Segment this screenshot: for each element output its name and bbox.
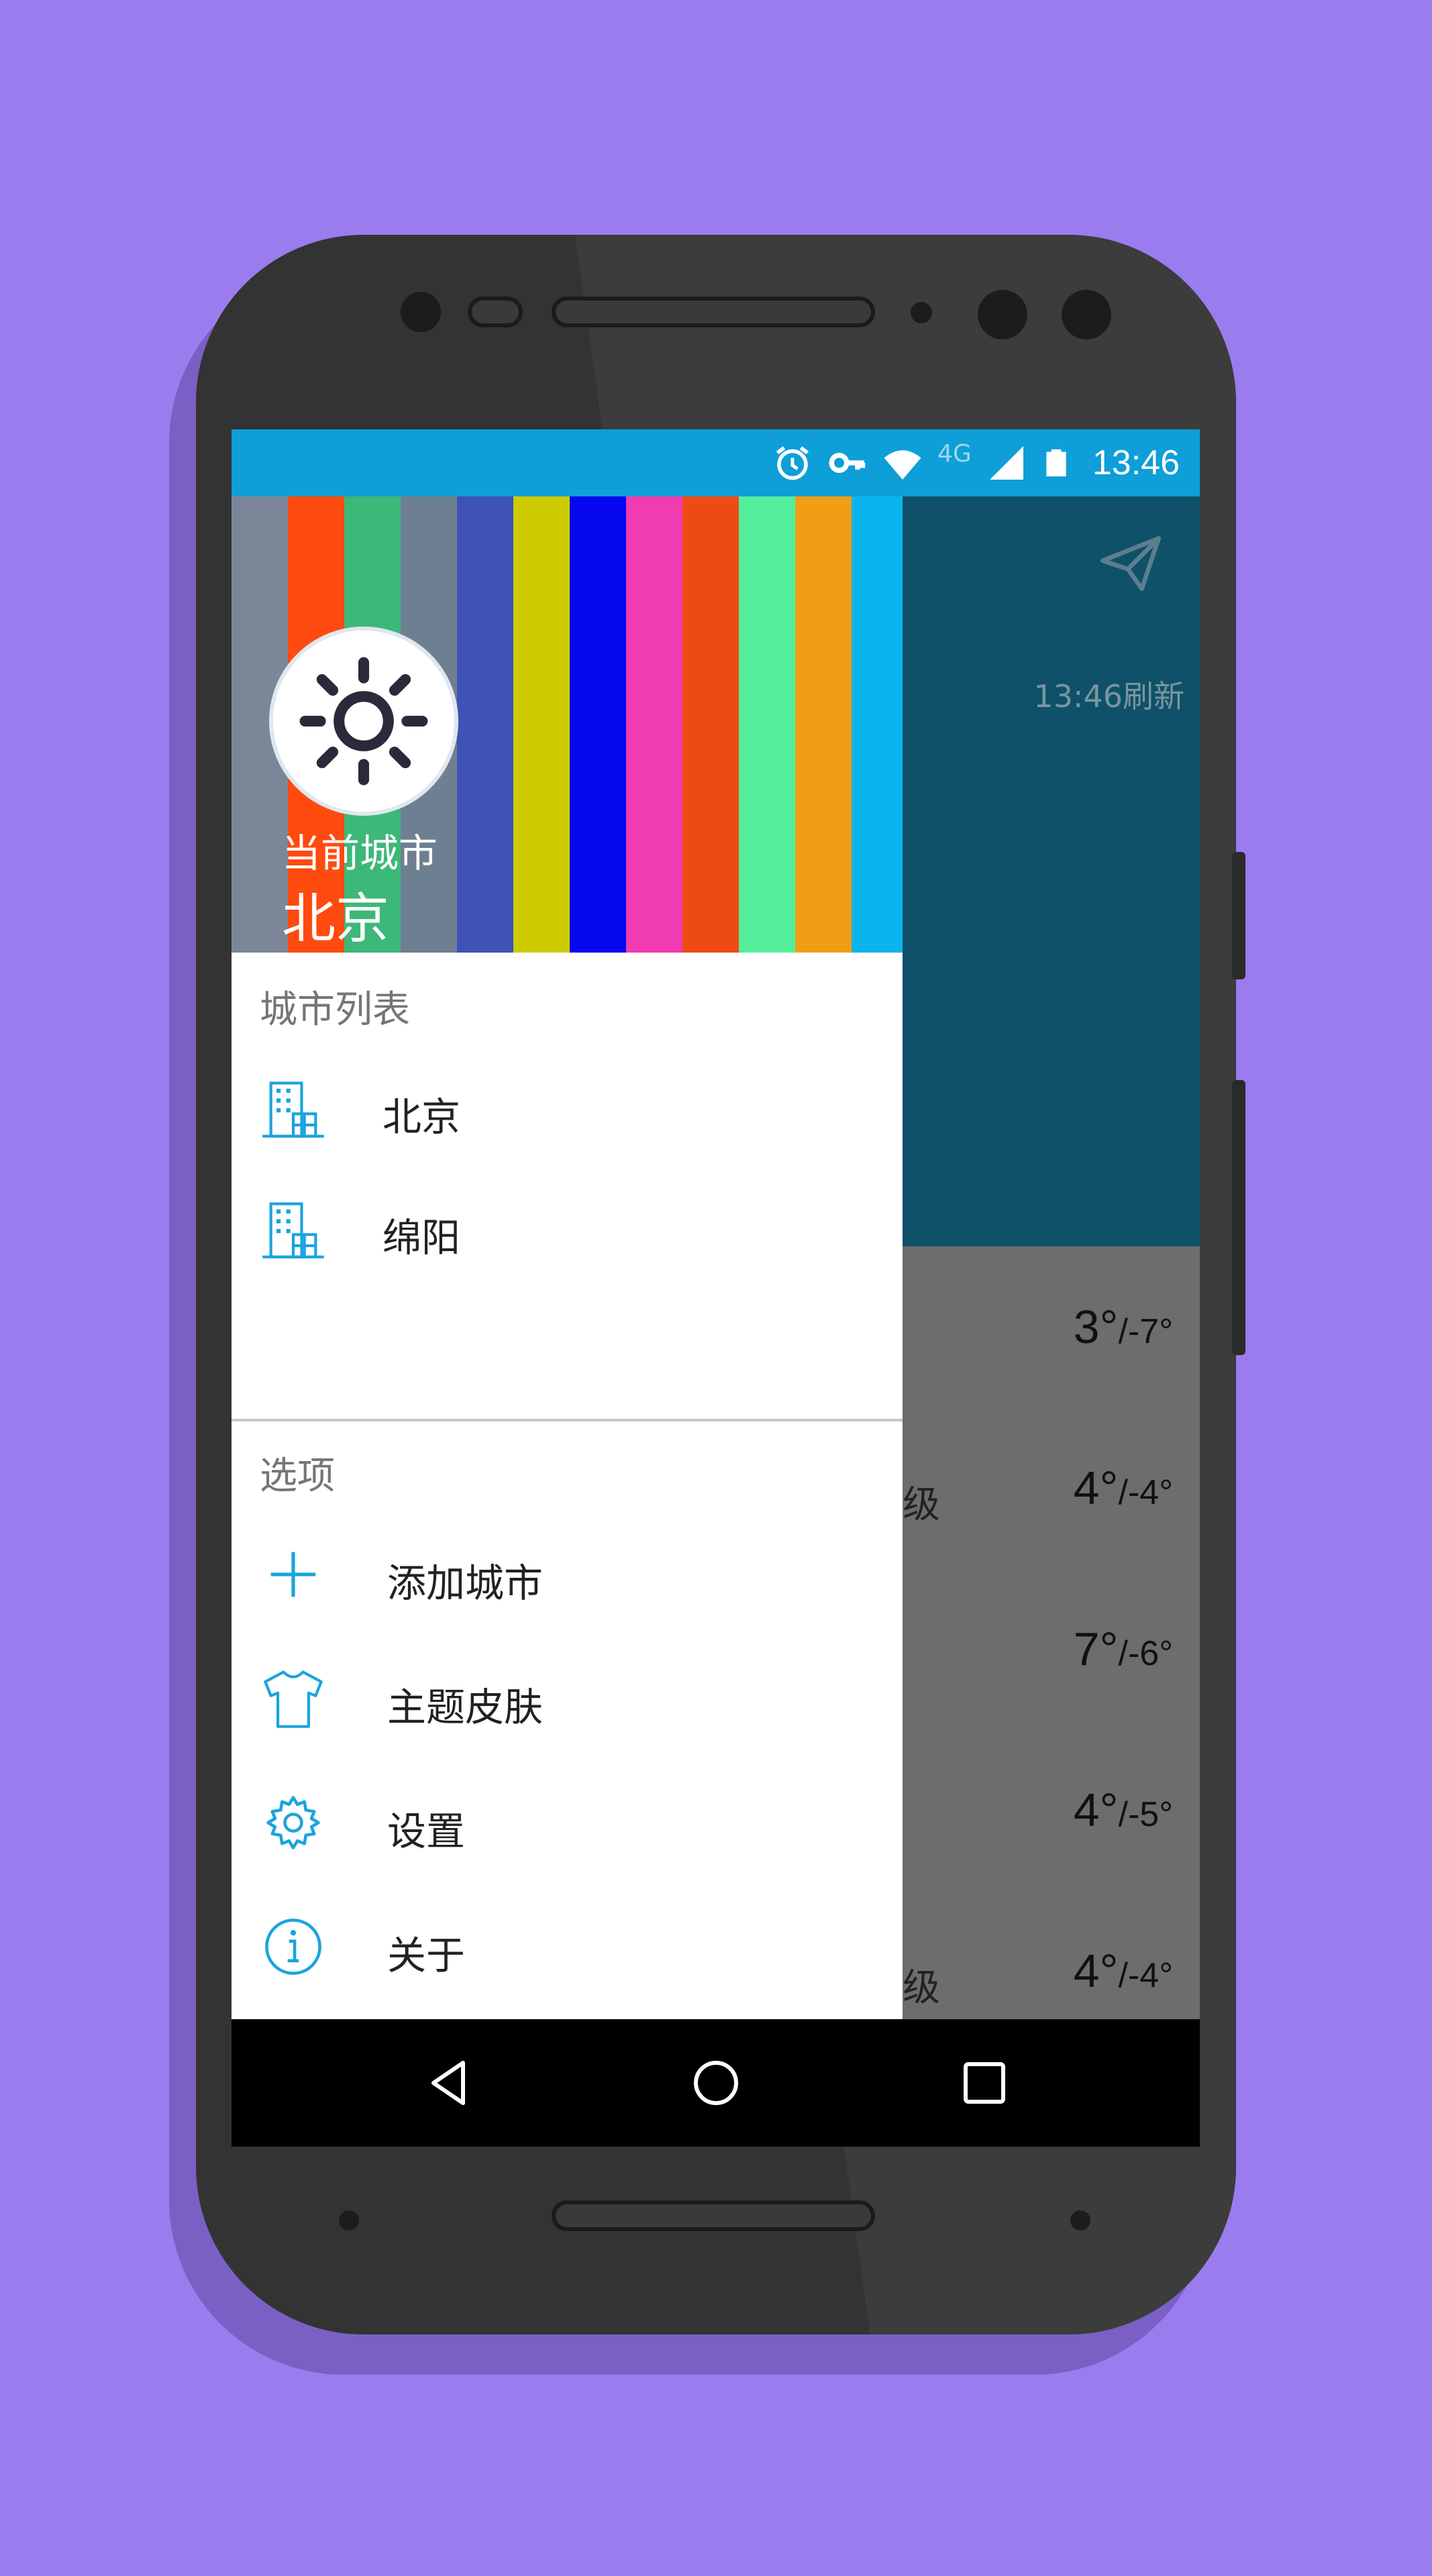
earpiece-speaker [552, 297, 875, 327]
temp-high: 7° [1073, 1623, 1119, 1675]
banner-stripe [682, 496, 739, 953]
network-type-label: 4G [937, 439, 972, 468]
city-item-beijing[interactable]: 北京 [232, 1053, 903, 1161]
forecast-temp: 7°/-6° [1074, 1622, 1173, 1676]
forecast-list: 3°/-7° 级 4°/-4° 7°/-6° 4°/-5° 级 4°/-4° [903, 1246, 1200, 2147]
screen: 4G 13:46 13:46刷新 3°/-7° 级 4°/-4° 7°/-6° [232, 429, 1200, 2147]
current-city-name: 北京 [282, 888, 389, 950]
shirt-icon [264, 1670, 323, 1728]
city-item-label: 北京 [382, 1094, 461, 1140]
city-item-label: 绵阳 [382, 1215, 461, 1260]
temp-high: 4° [1073, 1945, 1119, 1997]
front-camera [978, 290, 1027, 339]
banner-stripe [570, 496, 626, 953]
menu-item-theme[interactable]: 主题皮肤 [232, 1644, 903, 1751]
forecast-row: 3°/-7° [903, 1300, 1200, 1381]
city-item-mianyang[interactable]: 绵阳 [232, 1174, 903, 1281]
volume-button [1232, 1080, 1245, 1355]
status-time: 13:46 [1092, 443, 1180, 482]
gear-icon [266, 1796, 320, 1849]
send-icon[interactable] [1097, 530, 1164, 597]
building-icon [262, 1081, 324, 1138]
key-icon [829, 453, 866, 473]
front-flash [1062, 290, 1111, 339]
forecast-row: 4°/-5° [903, 1783, 1200, 1864]
forecast-row: 级 4°/-4° [903, 1461, 1200, 1542]
sensor-slot [468, 297, 523, 327]
refresh-time: 13:46刷新 [1033, 678, 1184, 714]
city-list-title: 城市列表 [260, 988, 410, 1032]
navigation-drawer: 当前城市 北京 城市列表 北京 绵阳 选项 添加城市 主题皮肤 设置 关于 [232, 496, 903, 2019]
menu-item-label: 主题皮肤 [387, 1684, 544, 1730]
temp-high: 4° [1073, 1784, 1119, 1836]
banner-stripe [513, 496, 570, 953]
mic-dot-right [1070, 2210, 1090, 2231]
proximity-sensor [911, 302, 932, 323]
options-title: 选项 [260, 1454, 335, 1498]
info-icon [265, 1919, 321, 1975]
building-icon [262, 1202, 324, 1258]
menu-item-label: 添加城市 [387, 1560, 544, 1606]
forecast-level: 级 [903, 1966, 940, 2010]
forecast-temp: 4°/-4° [1074, 1461, 1173, 1515]
banner-stripe [626, 496, 682, 953]
menu-item-label: 设置 [387, 1809, 466, 1854]
banner-stripe [795, 496, 852, 953]
temp-low: /-4° [1118, 1956, 1173, 1995]
temp-low: /-4° [1118, 1473, 1173, 1512]
back-icon[interactable] [423, 2056, 476, 2110]
wifi-icon [884, 450, 921, 480]
forecast-level: 级 [903, 1483, 940, 1527]
battery-icon [1046, 449, 1066, 477]
mic-dot-left [339, 2210, 359, 2231]
sun-icon [299, 657, 428, 786]
banner-stripe [739, 496, 795, 953]
forecast-row: 7°/-6° [903, 1622, 1200, 1703]
bottom-speaker [552, 2200, 875, 2231]
temp-high: 3° [1073, 1301, 1119, 1353]
recents-icon[interactable] [958, 2056, 1011, 2110]
plus-icon [270, 1552, 316, 1597]
alarm-icon [776, 446, 809, 480]
current-city-label: 当前城市 [282, 830, 438, 876]
section-divider [232, 1419, 903, 1421]
current-weather-avatar[interactable] [273, 631, 454, 812]
menu-item-about[interactable]: 关于 [232, 1892, 903, 1999]
temp-low: /-7° [1118, 1312, 1173, 1351]
sensor-dot [401, 292, 441, 332]
forecast-temp: 4°/-4° [1074, 1944, 1173, 1998]
temp-low: /-5° [1118, 1795, 1173, 1834]
forecast-row: 级 4°/-4° [903, 1944, 1200, 2025]
weather-header [903, 496, 1200, 1246]
power-button [1232, 852, 1245, 979]
signal-icon [989, 446, 1023, 480]
menu-item-settings[interactable]: 设置 [232, 1768, 903, 1875]
forecast-temp: 4°/-5° [1074, 1783, 1173, 1837]
status-bar: 4G 13:46 [232, 429, 1200, 496]
drawer-banner: 当前城市 北京 [232, 496, 903, 953]
banner-stripe [852, 496, 903, 953]
forecast-temp: 3°/-7° [1074, 1300, 1173, 1354]
temp-high: 4° [1073, 1462, 1119, 1514]
banner-stripe [457, 496, 513, 953]
menu-item-label: 关于 [387, 1933, 466, 1978]
temp-low: /-6° [1118, 1634, 1173, 1673]
menu-item-add-city[interactable]: 添加城市 [232, 1519, 903, 1627]
system-nav-bar [232, 2019, 1200, 2147]
home-icon[interactable] [689, 2056, 743, 2110]
